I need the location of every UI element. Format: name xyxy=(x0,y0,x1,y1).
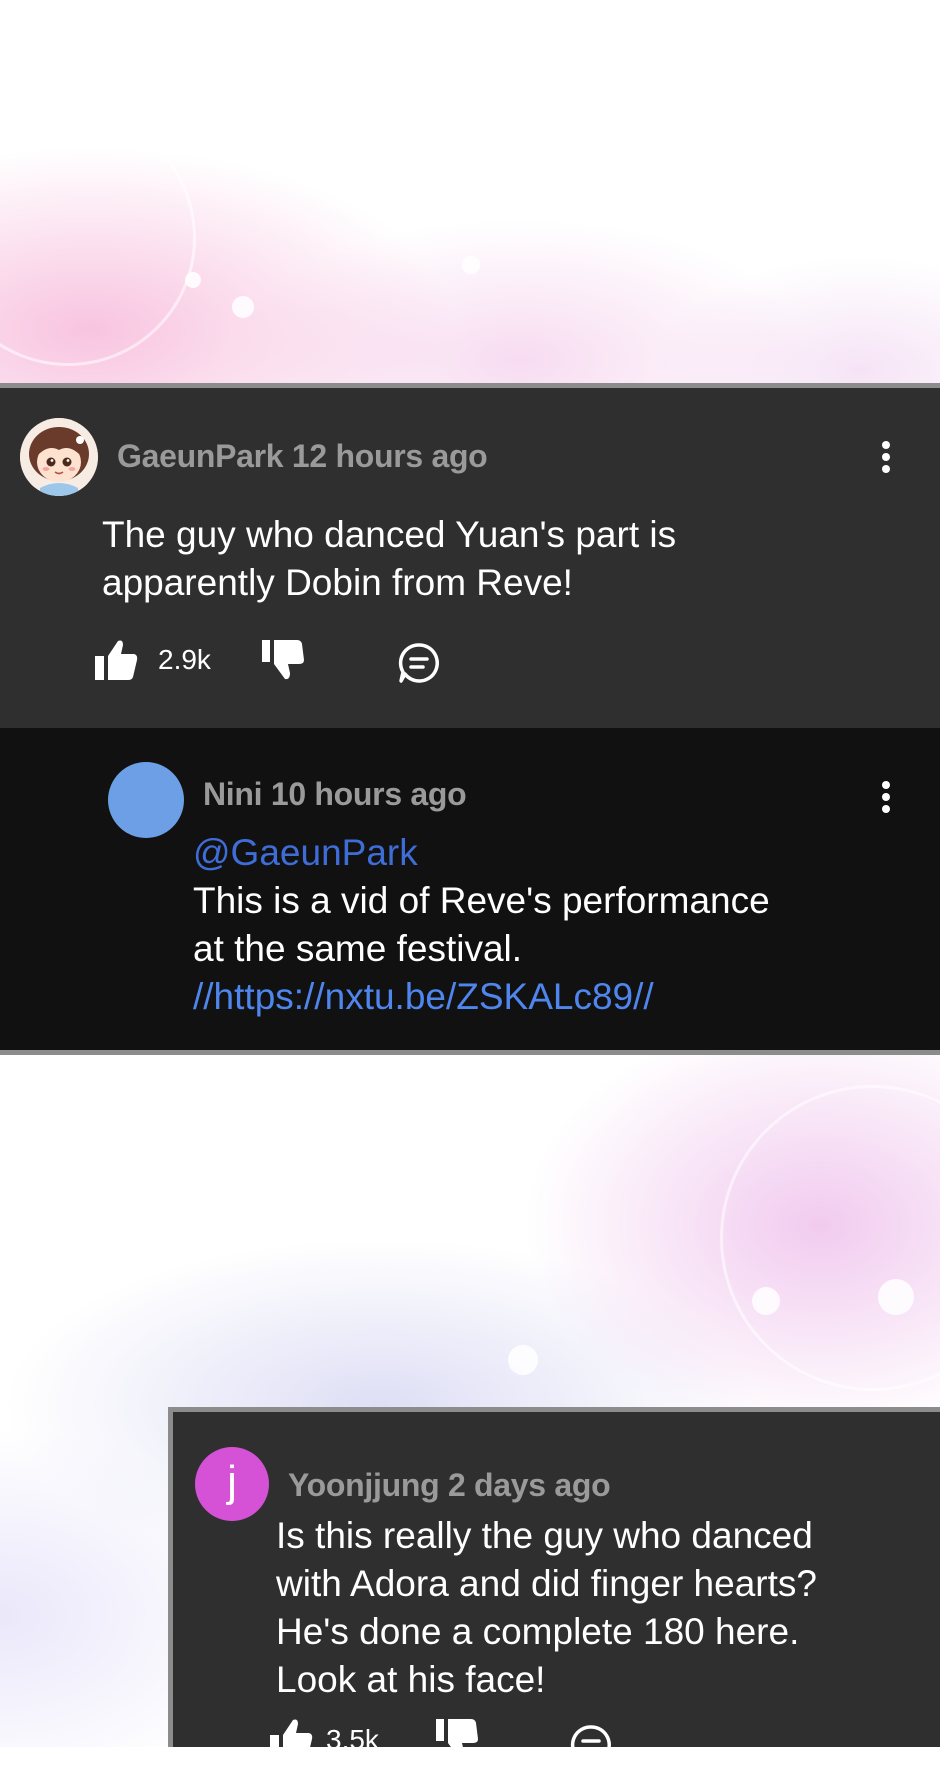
comment-meta: Nini 10 hours ago xyxy=(203,776,467,813)
like-count: 2.9k xyxy=(158,644,211,675)
video-link[interactable]: //https://nxtu.be/ZSKALc89// xyxy=(193,973,770,1021)
like-count: 3.5k xyxy=(326,1724,379,1755)
timestamp: 2 days ago xyxy=(447,1467,611,1503)
thumbs-up-icon xyxy=(95,640,138,680)
like-button[interactable] xyxy=(94,638,138,682)
reply-bubble-icon xyxy=(398,643,439,683)
comment-meta: GaeunPark 12 hours ago xyxy=(117,438,488,475)
reply-card: Nini 10 hours ago @GaeunPark This is a v… xyxy=(0,728,940,1055)
thumbs-down-icon xyxy=(436,1719,478,1759)
comment-text-line: at the same festival. xyxy=(193,928,523,969)
bokeh-dot xyxy=(185,272,201,288)
bokeh-dot xyxy=(752,1287,780,1315)
avatar-letter: j xyxy=(227,1457,237,1506)
bokeh-dot xyxy=(878,1279,914,1315)
reply-bubble-icon xyxy=(570,1725,611,1765)
comment-text-line: apparently Dobin from Reve! xyxy=(102,562,573,603)
username[interactable]: Yoonjjung xyxy=(288,1467,440,1503)
bokeh-ring xyxy=(720,1085,940,1391)
bokeh-dot xyxy=(462,256,480,274)
more-vertical-icon[interactable] xyxy=(879,781,893,817)
mention-link[interactable]: @GaeunPark xyxy=(193,829,770,877)
username[interactable]: GaeunPark xyxy=(117,438,284,474)
dislike-button[interactable] xyxy=(435,1718,479,1762)
reply-button[interactable] xyxy=(569,1723,613,1767)
timestamp: 10 hours ago xyxy=(270,776,467,812)
reply-button[interactable] xyxy=(397,641,441,685)
thumbs-up-icon xyxy=(270,1719,313,1759)
bokeh-ring xyxy=(0,110,196,366)
comment-meta: Yoonjjung 2 days ago xyxy=(288,1467,611,1504)
comment-text-line: He's done a complete 180 here. xyxy=(276,1611,800,1652)
thumbs-down-icon xyxy=(262,640,304,680)
avatar[interactable]: j xyxy=(195,1447,269,1521)
timestamp: 12 hours ago xyxy=(291,438,488,474)
like-button[interactable] xyxy=(269,1717,313,1761)
bokeh-dot xyxy=(232,296,254,318)
bokeh-dot xyxy=(508,1345,538,1375)
comment-text-line: with Adora and did finger hearts? xyxy=(276,1563,817,1604)
chibi-girl-avatar-icon[interactable] xyxy=(20,418,98,496)
comment-text: The guy who danced Yuan's part is appare… xyxy=(102,511,676,607)
avatar[interactable] xyxy=(108,762,184,838)
comment-text: @GaeunPark This is a vid of Reve's perfo… xyxy=(193,829,770,1021)
comment-text-line: Look at his face! xyxy=(276,1659,546,1700)
comment-text-line: Is this really the guy who danced xyxy=(276,1515,813,1556)
more-vertical-icon[interactable] xyxy=(879,441,893,477)
comment-card: GaeunPark 12 hours ago The guy who dance… xyxy=(0,383,940,728)
comment-text-line: The guy who danced Yuan's part is xyxy=(102,514,677,555)
comment-text: Is this really the guy who danced with A… xyxy=(276,1512,817,1704)
background-top xyxy=(0,0,940,385)
dislike-button[interactable] xyxy=(261,639,305,683)
comment-text-line: This is a vid of Reve's performance xyxy=(193,880,770,921)
username[interactable]: Nini xyxy=(203,776,263,812)
comment-card: j Yoonjjung 2 days ago Is this really th… xyxy=(168,1407,940,1765)
